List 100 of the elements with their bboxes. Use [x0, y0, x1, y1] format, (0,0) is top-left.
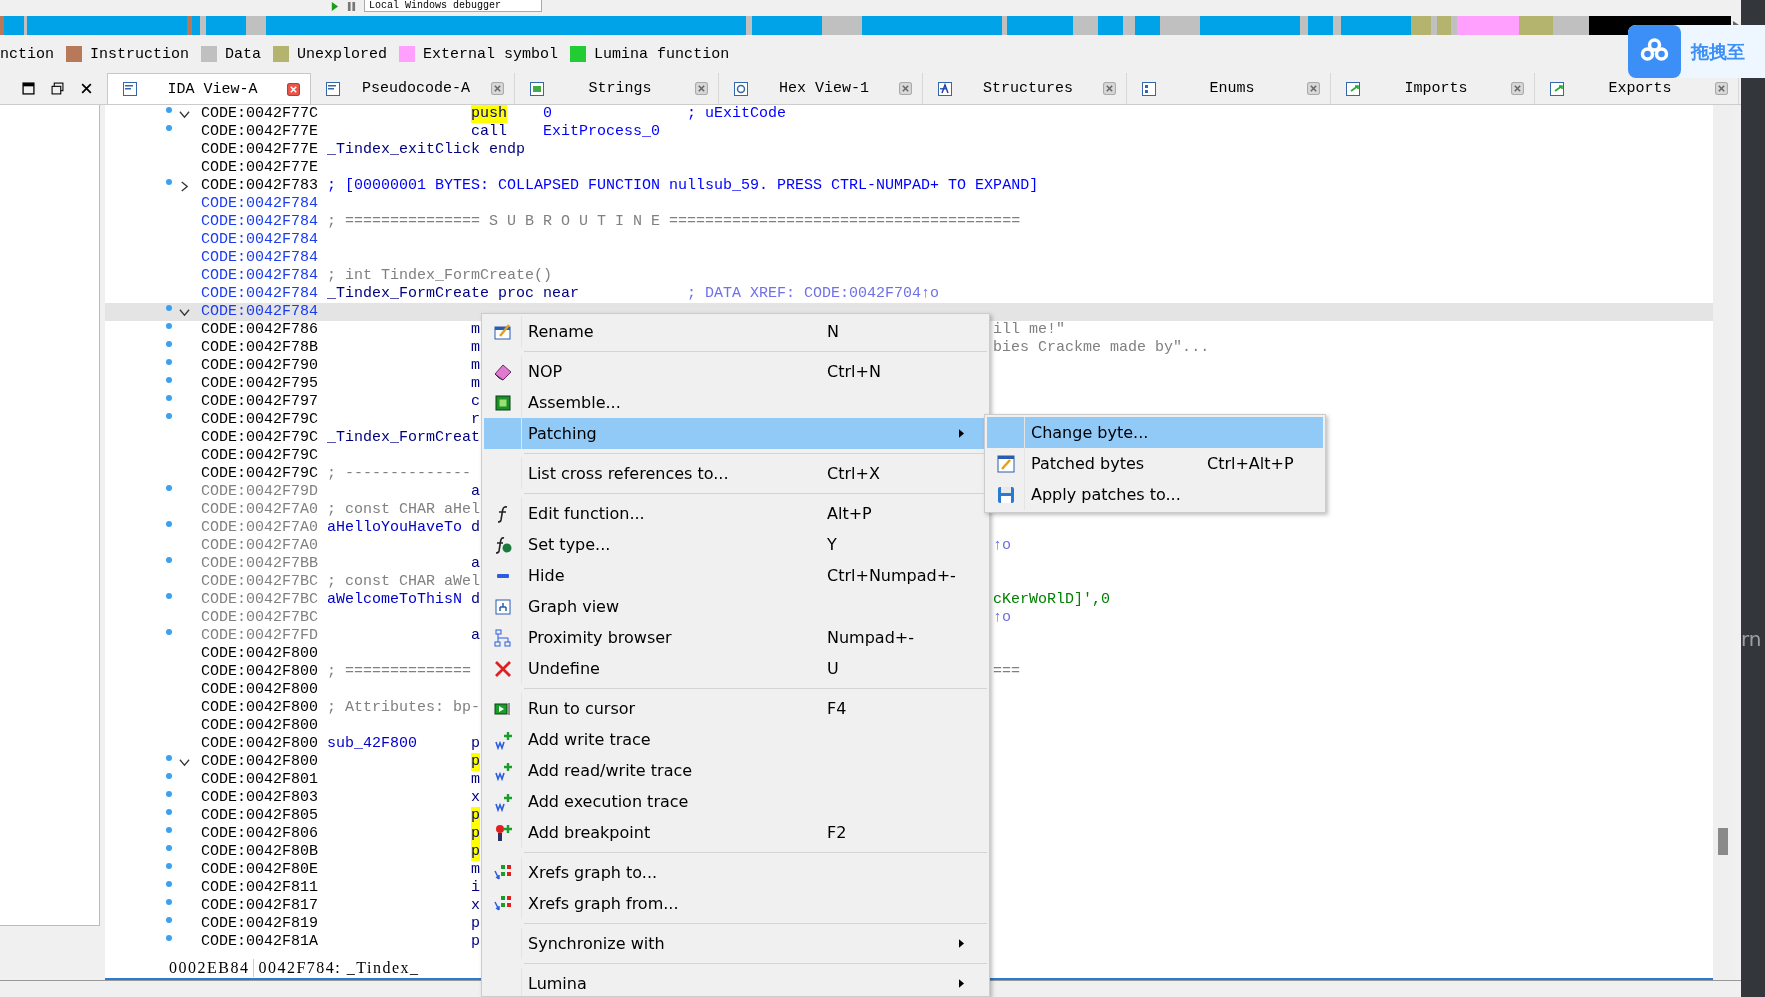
mnemonic: m — [471, 375, 481, 393]
tab-close-button[interactable] — [491, 82, 504, 95]
trace-plus-icon — [492, 729, 513, 750]
line-address: CODE:0042F819 — [201, 915, 319, 933]
code-comment: ; int Tindex_FormCreate() — [327, 267, 553, 285]
line-address: CODE:0042F79C — [201, 429, 319, 447]
code-text: ↑o — [993, 609, 1012, 627]
line-address: CODE:0042F80B — [201, 843, 319, 861]
menu-item[interactable]: List cross references to... Ctrl+X — [484, 458, 987, 489]
menu-item[interactable]: Graph view — [484, 591, 987, 622]
line-address: CODE:0042F800 — [201, 663, 319, 681]
tab-close-button[interactable] — [287, 82, 300, 96]
menu-item[interactable]: Hide Ctrl+Numpad+- — [484, 560, 987, 591]
line-address: CODE:0042F77C — [201, 105, 319, 123]
menu-item[interactable]: Lumina — [484, 968, 987, 996]
menu-item[interactable]: Add breakpoint F2 — [484, 817, 987, 848]
cloud-logo-icon — [1628, 25, 1681, 78]
document-icon — [1141, 80, 1157, 97]
tab-close-button[interactable] — [695, 82, 708, 95]
mnemonic: m — [471, 339, 481, 357]
line-address: CODE:0042F784 — [201, 267, 319, 285]
debugger-dropdown[interactable]: Local Windows debugger — [364, 0, 543, 12]
cross-icon — [492, 658, 513, 679]
legend-label: External symbol — [423, 45, 559, 63]
document-icon — [529, 80, 545, 97]
trace-plus-icon — [492, 760, 513, 781]
pencil-icon — [995, 453, 1016, 474]
menu-item[interactable]: Set type... Y — [484, 529, 987, 560]
operand: 0 — [543, 105, 553, 123]
menu-item[interactable]: Proximity browser Numpad+- — [484, 622, 987, 653]
mnemonic: p — [471, 933, 481, 951]
graph-icon — [492, 596, 513, 617]
menu-item[interactable]: Xrefs graph from... — [484, 888, 987, 919]
mnemonic: p — [471, 753, 481, 771]
tab[interactable]: IDA View-A — [107, 73, 311, 104]
document-icon — [122, 81, 138, 97]
code-text: ill me!" — [993, 321, 1066, 339]
line-address: CODE:0042F800 — [201, 753, 319, 771]
operand: ExitProcess_0 — [543, 123, 661, 141]
menu-item[interactable]: Add write trace — [484, 724, 987, 755]
line-address: CODE:0042F78B — [201, 339, 319, 357]
menu-item[interactable]: Add execution trace — [484, 786, 987, 817]
tab-close-button[interactable] — [1715, 82, 1728, 95]
line-address: CODE:0042F79C — [201, 447, 319, 465]
close-icon[interactable] — [80, 82, 93, 95]
chevron-icon[interactable] — [179, 108, 190, 120]
menu-item[interactable]: NOP Ctrl+N — [484, 356, 987, 387]
document-icon — [733, 80, 749, 97]
tab-close-button[interactable] — [899, 82, 912, 95]
mnemonic: i — [471, 879, 481, 897]
mnemonic: c — [471, 393, 481, 411]
code-label: sub_42F800 — [327, 735, 418, 753]
line-address: CODE:0042F81A — [201, 933, 319, 951]
navigation-band[interactable] — [0, 16, 1731, 35]
code-text: ↑o — [993, 537, 1012, 555]
mnemonic: p — [471, 807, 481, 825]
line-address: CODE:0042F77E — [201, 123, 319, 141]
mnemonic: d — [471, 519, 481, 537]
side-text: rn — [1741, 626, 1763, 651]
mnemonic: p — [471, 843, 481, 861]
line-address: CODE:0042F800 — [201, 645, 319, 663]
line-address: CODE:0042F7A0 — [201, 519, 319, 537]
menu-item[interactable]: Patched bytes Ctrl+Alt+P — [987, 448, 1323, 479]
line-address: CODE:0042F784 — [201, 249, 319, 267]
chevron-icon[interactable] — [179, 756, 190, 768]
xrefs-graph-icon — [492, 862, 513, 883]
menu-item[interactable]: Change byte... — [987, 417, 1323, 448]
tab-close-button[interactable] — [1511, 82, 1524, 95]
tab-close-button[interactable] — [1307, 82, 1320, 95]
document-icon — [1345, 80, 1361, 97]
line-address: CODE:0042F801 — [201, 771, 319, 789]
chevron-icon[interactable] — [179, 306, 190, 318]
menu-item[interactable]: Xrefs graph to... — [484, 857, 987, 888]
menu-item[interactable]: Run to cursor F4 — [484, 693, 987, 724]
menu-item[interactable]: Apply patches to... — [987, 479, 1323, 510]
legend-label: Unexplored — [297, 45, 388, 63]
restore-icon[interactable] — [22, 82, 35, 95]
maximize-icon[interactable] — [51, 82, 64, 95]
menu-item[interactable]: Undefine U — [484, 653, 987, 684]
mnemonic: a — [471, 627, 481, 645]
line-address: CODE:0042F7A0 — [201, 501, 319, 519]
menu-item[interactable]: Edit function... Alt+P — [484, 498, 987, 529]
scrollbar-thumb[interactable] — [1718, 828, 1728, 855]
line-address: CODE:0042F817 — [201, 897, 319, 915]
legend-label: Instruction — [90, 45, 190, 63]
line-address: CODE:0042F803 — [201, 789, 319, 807]
line-address: CODE:0042F7BC — [201, 573, 319, 591]
line-address: CODE:0042F79C — [201, 411, 319, 429]
play-icon[interactable] — [330, 1, 339, 11]
menu-item[interactable]: Synchronize with — [484, 928, 987, 959]
code-comment: ; -------------- — [327, 465, 472, 483]
status-location: 0042F784: _Tindex_ — [257, 958, 420, 977]
status-offset: 0002EB84 — [165, 958, 255, 977]
menu-item[interactable]: Patching — [484, 418, 987, 449]
chevron-icon[interactable] — [179, 180, 190, 192]
code-text: bies Crackme made by"... — [993, 339, 1210, 357]
pause-icon[interactable] — [347, 1, 356, 11]
mnemonic: m — [471, 771, 481, 789]
menu-item[interactable]: Add read/write trace — [484, 755, 987, 786]
tab-close-button[interactable] — [1103, 82, 1116, 95]
